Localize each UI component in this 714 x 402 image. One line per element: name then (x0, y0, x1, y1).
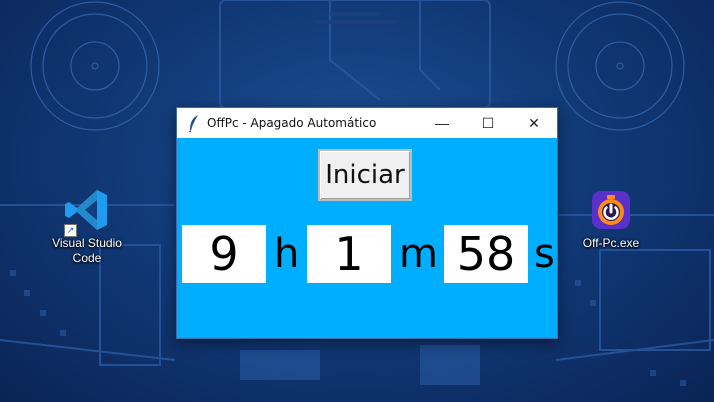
window-title: OffPc - Apagado Automático (207, 116, 377, 130)
seconds-unit-label: s (534, 231, 555, 277)
feather-icon (181, 114, 207, 132)
title-bar[interactable]: OffPc - Apagado Automático — ☐ ✕ (177, 108, 557, 138)
hours-field[interactable]: 9 (182, 225, 266, 283)
desktop-icon-label: Visual Studio Code (52, 236, 122, 265)
desktop-icon-vscode[interactable]: ↗ Visual Studio Code (42, 186, 132, 266)
close-button[interactable]: ✕ (511, 108, 557, 138)
minutes-unit-label: m (399, 231, 438, 277)
offpc-window: OffPc - Apagado Automático — ☐ ✕ Iniciar… (176, 107, 558, 339)
desktop-icon-offpc[interactable]: Off-Pc.exe (566, 186, 656, 251)
seconds-field[interactable]: 58 (444, 225, 528, 283)
shortcut-arrow-icon: ↗ (64, 224, 77, 237)
desktop: ↗ Visual Studio Code Off-Pc.exe OffPc - … (0, 0, 714, 402)
minutes-field[interactable]: 1 (307, 225, 391, 283)
power-timer-icon (592, 191, 630, 229)
minimize-button[interactable]: — (419, 108, 465, 138)
hours-unit-label: h (274, 231, 300, 277)
maximize-button[interactable]: ☐ (465, 108, 511, 138)
desktop-icon-label: Off-Pc.exe (582, 236, 640, 250)
start-button[interactable]: Iniciar (318, 149, 412, 201)
